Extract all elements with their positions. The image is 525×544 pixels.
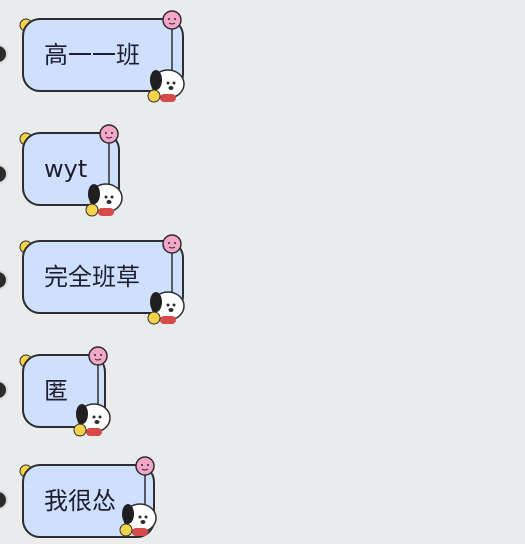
message-row: wyt xyxy=(0,120,525,230)
message-row: 匿 xyxy=(0,340,525,450)
message-row: 我很怂 xyxy=(0,450,525,543)
message-text: 完全班草 xyxy=(44,263,140,291)
avatar[interactable] xyxy=(0,490,8,510)
message-text: 匿 xyxy=(44,377,68,405)
message-row: 完全班草 xyxy=(0,230,525,340)
pochacco-dog-icon xyxy=(72,396,112,440)
avatar[interactable] xyxy=(0,380,8,400)
pochacco-dog-icon xyxy=(146,62,186,106)
pochacco-dog-icon xyxy=(84,176,124,220)
pochacco-dog-icon xyxy=(118,496,158,540)
message-row: 高一一班 xyxy=(0,0,525,110)
avatar[interactable] xyxy=(0,44,8,64)
message-text: 我很怂 xyxy=(44,487,116,515)
message-text: wyt xyxy=(44,155,88,183)
avatar[interactable] xyxy=(0,270,8,290)
message-text: 高一一班 xyxy=(44,41,140,69)
chat-thread: 高一一班 wyt 完全班草 匿 我很怂 xyxy=(0,0,525,543)
avatar[interactable] xyxy=(0,164,8,184)
pochacco-dog-icon xyxy=(146,284,186,328)
